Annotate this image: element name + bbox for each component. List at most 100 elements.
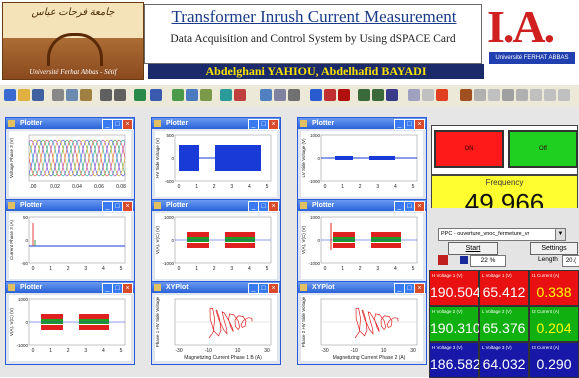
plot-titlebar[interactable]: Plotter _ □ × (152, 118, 280, 130)
chevron-down-icon[interactable]: ▼ (555, 228, 566, 241)
x-tick-label: -30 (175, 348, 182, 354)
meter-label: L Voltage 3 (V) (482, 345, 512, 350)
table-icon[interactable] (358, 89, 370, 101)
close-icon[interactable]: × (122, 119, 133, 130)
close-icon[interactable]: × (414, 201, 425, 212)
draw-icon[interactable] (408, 89, 420, 101)
plot-window[interactable]: Plotter _ □ × Current Phase 3 (A) 50 0 -50 0… (5, 199, 135, 283)
x-tick-label: 5 (412, 266, 415, 272)
stop-icon[interactable] (234, 89, 246, 101)
meter-label: H Voltage 2 (V) (432, 309, 463, 314)
x-tick-label: 10 (235, 348, 241, 354)
plot-window[interactable]: Plotter _ □ × Voltage Phase 3 (V) .00 0.02… (5, 117, 135, 201)
plotter-icon (300, 284, 307, 291)
x-tick-label: 1 (49, 266, 52, 272)
record-icon[interactable] (310, 89, 322, 101)
x-tick-label: 4 (248, 266, 251, 272)
save-icon[interactable] (32, 89, 44, 101)
ppc-select[interactable]: PPC - ouverture_vnoc_fermeture_vr (438, 228, 560, 241)
off-button[interactable]: Off (508, 130, 578, 168)
plot-window[interactable]: Plotter _ □ × V(A), V(C) (V) 1000 0 -1000 0 1… (297, 199, 427, 283)
plot-titlebar[interactable]: Plotter _ □ × (298, 200, 426, 212)
plot-axes (28, 216, 126, 264)
align-icon[interactable] (488, 89, 500, 101)
close-icon[interactable]: × (268, 283, 279, 294)
x-tick-label: 2 (213, 266, 216, 272)
y-tick-label: 1000 (310, 133, 321, 138)
plot-window[interactable]: Plotter _ □ × V(A), V(C) (V) 1000 0 -1000 0 1… (5, 281, 135, 365)
copy-icon[interactable] (66, 89, 78, 101)
open-icon[interactable] (18, 89, 30, 101)
y-axis-label: V(A), V(C) (V) (155, 226, 160, 254)
length-input[interactable]: 20.( (562, 255, 579, 267)
x-tick-label: 0 (178, 266, 181, 272)
plot-title: Plotter (166, 202, 189, 209)
undo-icon[interactable] (100, 89, 112, 101)
plot-window[interactable]: Plotter _ □ × HV Side Voltage (V) 500 0 -50… (151, 117, 281, 201)
x-tick-label: -10 (205, 348, 212, 354)
plot-titlebar[interactable]: XYPlot _ □ × (152, 282, 280, 294)
measurement-meter: I3 Current (A) 0.290 (529, 342, 579, 378)
zoom-icon[interactable] (460, 89, 472, 101)
x-tick-label: 4 (102, 348, 105, 354)
close-icon[interactable]: × (268, 201, 279, 212)
plot-titlebar[interactable]: XYPlot _ □ × (298, 282, 426, 294)
paste-icon[interactable] (80, 89, 92, 101)
layout-icon[interactable] (134, 89, 146, 101)
select-icon[interactable] (386, 89, 398, 101)
more2-icon[interactable] (530, 89, 542, 101)
connect-icon[interactable] (186, 89, 198, 101)
x-tick-label: 2 (213, 184, 216, 190)
group-icon[interactable] (422, 89, 434, 101)
signal-band (41, 325, 63, 330)
y-tick-label: -1000 (16, 343, 28, 348)
plot-window[interactable]: Plotter _ □ × V(A), V(C) (V) 1000 0 -1000 0 1… (151, 199, 281, 283)
x-tick-label: 1 (341, 266, 344, 272)
plot-window[interactable]: XYPlot _ □ × Phase 1 HV Side Voltage -30 -… (151, 281, 281, 365)
x-tick-label: 3 (230, 184, 233, 190)
cut-icon[interactable] (52, 89, 64, 101)
props-icon[interactable] (288, 89, 300, 101)
y-axis-label: V(A), V(C) (V) (301, 226, 306, 254)
delete-icon[interactable] (436, 89, 448, 101)
platform-icon[interactable] (220, 89, 232, 101)
help-icon[interactable] (150, 89, 162, 101)
close-icon[interactable]: × (268, 119, 279, 130)
measurement-meter: L Voltage 2 (V) 65.376 (479, 306, 529, 342)
meter-label: H Voltage 3 (V) (432, 345, 463, 350)
close-icon[interactable]: × (122, 283, 133, 294)
instrument-icon[interactable] (172, 89, 184, 101)
on-button[interactable]: ON (434, 130, 504, 168)
settings-button[interactable]: Settings (530, 242, 578, 255)
pause-icon[interactable] (324, 89, 336, 101)
grid-icon[interactable] (274, 89, 286, 101)
layout2-icon[interactable] (372, 89, 384, 101)
plot-titlebar[interactable]: Plotter _ □ × (6, 200, 134, 212)
plot-titlebar[interactable]: Plotter _ □ × (6, 118, 134, 130)
x-tick-label: 4 (248, 184, 251, 190)
stop-run-icon[interactable] (338, 89, 350, 101)
more4-icon[interactable] (558, 89, 570, 101)
authors: Abdelghani YAHIOU, Abdelhafid BAYADI (205, 64, 427, 78)
close-icon[interactable]: × (122, 201, 133, 212)
close-icon[interactable] (502, 89, 514, 101)
close-icon[interactable]: × (414, 283, 425, 294)
variable-icon[interactable] (200, 89, 212, 101)
plot-titlebar[interactable]: Plotter _ □ × (6, 282, 134, 294)
plot-titlebar[interactable]: Plotter _ □ × (298, 118, 426, 130)
more3-icon[interactable] (544, 89, 556, 101)
more-icon[interactable] (516, 89, 528, 101)
plot-title: Plotter (20, 120, 43, 127)
x-axis-label: Magnetizing Current Phase 1 B (A) (184, 355, 262, 361)
grid2-icon[interactable] (474, 89, 486, 101)
redo-icon[interactable] (114, 89, 126, 101)
y-tick-label: 1000 (18, 297, 29, 302)
close-icon[interactable]: × (414, 119, 425, 130)
x-tick-label: 5 (266, 266, 269, 272)
plot-window[interactable]: Plotter _ □ × LV Side Voltage (V) 1000 0 -1… (297, 117, 427, 201)
start-button[interactable]: Start (448, 242, 498, 255)
plot-titlebar[interactable]: Plotter _ □ × (152, 200, 280, 212)
new-icon[interactable] (4, 89, 16, 101)
plot-window[interactable]: XYPlot _ □ × Phase 2 HV Side Voltage -30 -… (297, 281, 427, 365)
edit-icon[interactable] (260, 89, 272, 101)
